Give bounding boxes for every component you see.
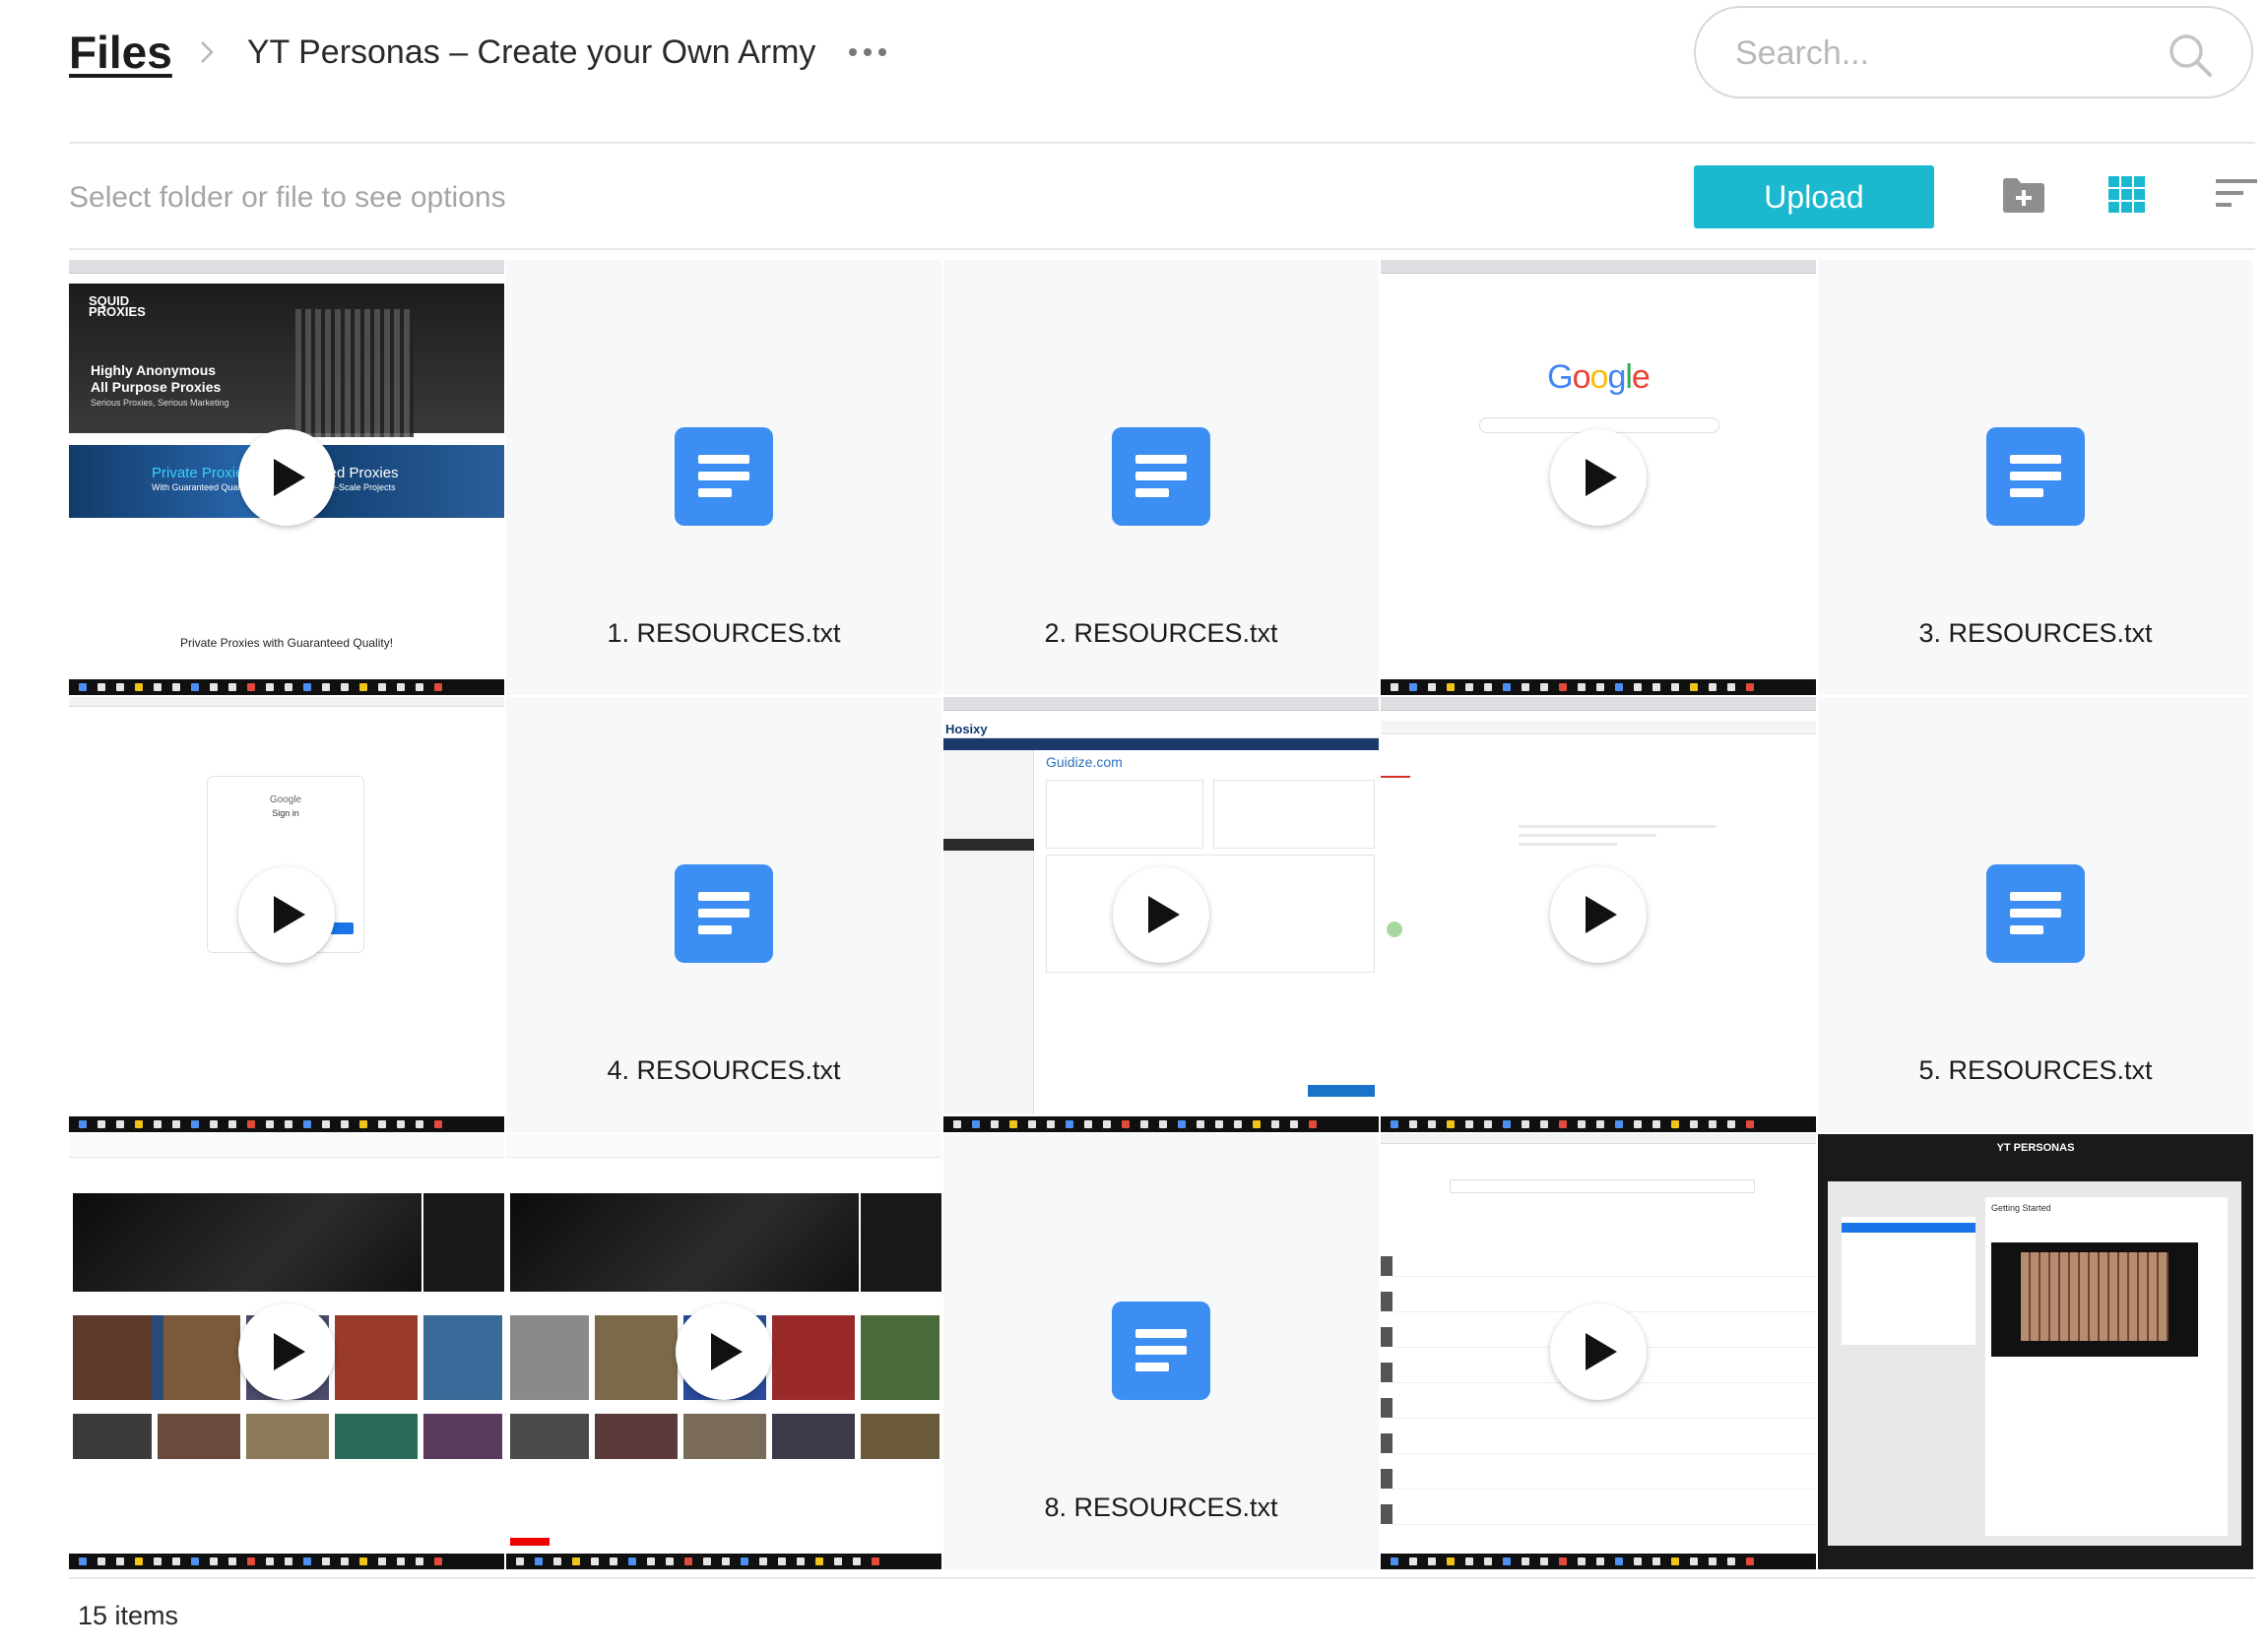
thumb-subtitle: Serious Proxies, Serious Marketing (91, 398, 229, 408)
sort-lines-icon[interactable] (2214, 175, 2259, 219)
file-name: 1. RESOURCES.txt (607, 618, 841, 648)
thumb-title: Highly Anonymous All Purpose Proxies (91, 362, 222, 395)
file-tile-document[interactable]: 2. RESOURCES.txt (943, 260, 1379, 695)
document-icon (1986, 864, 2085, 963)
file-tile-document[interactable]: 4. RESOURCES.txt (506, 697, 941, 1132)
file-name: 3. RESOURCES.txt (1918, 618, 2153, 648)
promo-left-subtitle: With Guaranteed Quality (152, 482, 249, 492)
play-icon[interactable] (1550, 866, 1647, 963)
selection-hint: Select folder or file to see options (69, 181, 506, 214)
document-icon (1112, 427, 1210, 526)
play-icon[interactable] (676, 1303, 772, 1400)
document-icon (675, 427, 773, 526)
file-name: 4. RESOURCES.txt (607, 1055, 841, 1085)
file-name: 2. RESOURCES.txt (1044, 618, 1278, 648)
file-tile-video[interactable] (1381, 697, 1816, 1132)
toolbar: Select folder or file to see options Upl… (69, 146, 2257, 250)
file-tile-video[interactable]: SQUID PROXIES Highly Anonymous All Purpos… (69, 260, 504, 695)
thumb-subtitle: Guidize.com (1046, 754, 1123, 770)
file-tile-video[interactable] (506, 1134, 941, 1569)
google-logo: Google (1547, 358, 1651, 396)
footer: 15 items (69, 1577, 2255, 1630)
file-tile-document[interactable]: 1. RESOURCES.txt (506, 260, 941, 695)
squid-logo: SQUID PROXIES (89, 293, 146, 319)
document-icon (675, 864, 773, 963)
file-tile-video[interactable]: Google (1381, 260, 1816, 695)
file-name: 5. RESOURCES.txt (1918, 1055, 2153, 1085)
folder-plus-icon[interactable] (2001, 175, 2046, 219)
file-tile-video[interactable] (1381, 1134, 1816, 1569)
more-dot (878, 48, 887, 56)
search-icon[interactable] (2167, 32, 2214, 79)
search-box (1694, 6, 2253, 98)
play-icon[interactable] (238, 429, 335, 526)
play-icon[interactable] (1113, 866, 1209, 963)
file-tile-document[interactable]: 3. RESOURCES.txt (1818, 260, 2253, 695)
document-icon (1986, 427, 2085, 526)
file-name: 8. RESOURCES.txt (1044, 1493, 1278, 1522)
breadcrumb: Files YT Personas – Create your Own Army (69, 22, 887, 83)
more-dot (864, 48, 873, 56)
thumb-title: Hosixy (945, 722, 988, 736)
search-input[interactable] (1735, 30, 2149, 77)
breadcrumb-current-folder: YT Personas – Create your Own Army (246, 32, 816, 71)
more-options-button[interactable] (849, 32, 887, 72)
header: Files YT Personas – Create your Own Army (69, 0, 2255, 144)
upload-button[interactable]: Upload (1694, 165, 1934, 228)
file-tile-document[interactable]: 5. RESOURCES.txt (1818, 697, 2253, 1132)
file-tile-document[interactable]: 8. RESOURCES.txt (943, 1134, 1379, 1569)
thumb-title: YT PERSONAS (1996, 1142, 2075, 1154)
play-icon[interactable] (1550, 429, 1647, 526)
more-dot (849, 48, 858, 56)
thumb-subtitle: Getting Started (1991, 1203, 2051, 1213)
play-icon[interactable] (238, 1303, 335, 1400)
thumb-tagline: Private Proxies with Guaranteed Quality! (179, 636, 394, 650)
file-tile-image[interactable]: YT PERSONAS Getting Started (1818, 1134, 2253, 1569)
play-icon[interactable] (1550, 1303, 1647, 1400)
item-count: 15 items (78, 1601, 179, 1630)
document-icon (1112, 1302, 1210, 1400)
file-tile-video[interactable]: Google Sign in (69, 697, 504, 1132)
file-tile-video[interactable] (69, 1134, 504, 1569)
promo-left-title: Private Proxies (152, 465, 251, 481)
file-tile-video[interactable]: Hosixy Guidize.com (943, 697, 1379, 1132)
grid-view-icon[interactable] (2107, 175, 2153, 219)
image-thumbnail: YT PERSONAS Getting Started (1818, 1134, 2253, 1569)
chevron-right-icon (196, 32, 218, 72)
file-grid: SQUID PROXIES Highly Anonymous All Purpos… (69, 260, 2255, 1569)
play-icon[interactable] (238, 866, 335, 963)
thumb-subtitle: Sign in (272, 808, 299, 818)
breadcrumb-root-link[interactable]: Files (69, 26, 172, 79)
thumb-title: Google (269, 794, 302, 805)
